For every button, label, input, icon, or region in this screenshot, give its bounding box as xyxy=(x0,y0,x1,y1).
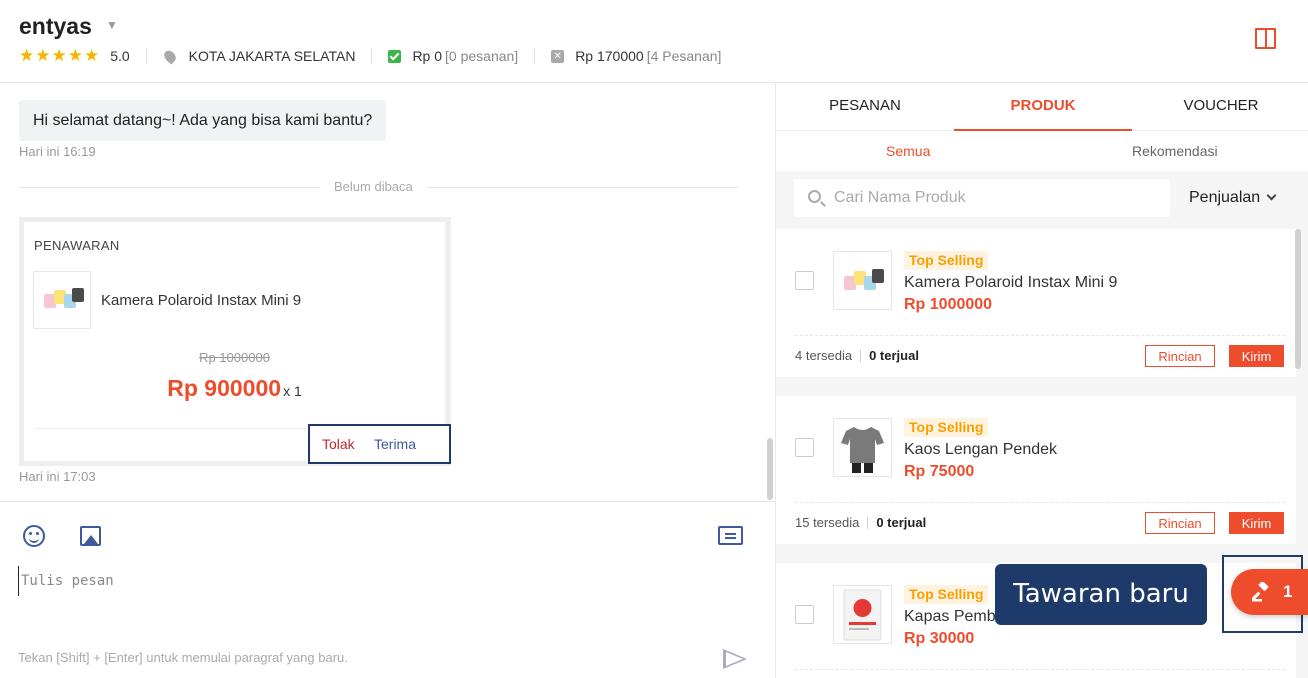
product-detail-button[interactable]: Rincian xyxy=(1145,512,1215,534)
offer-quantity: x 1 xyxy=(283,383,302,399)
message-template-icon[interactable] xyxy=(718,526,743,545)
product-stock-info: 15 tersedia 0 terjual xyxy=(795,515,926,530)
divider xyxy=(795,669,1285,670)
rating-value: 5.0 xyxy=(110,48,130,64)
panel-toggle-icon[interactable] xyxy=(1255,28,1276,49)
product-checkbox[interactable] xyxy=(795,438,814,457)
divider xyxy=(860,349,862,362)
search-icon xyxy=(808,190,821,203)
product-sold: 0 terjual xyxy=(869,348,919,363)
reject-offer-button[interactable]: Tolak xyxy=(322,436,355,452)
product-card: Top Selling Kaos Lengan Pendek Rp 75000 … xyxy=(776,396,1296,544)
original-price: Rp 1000000 xyxy=(199,350,270,365)
rating-stars: ★★★★★ xyxy=(19,46,101,65)
offers-button[interactable]: 1 xyxy=(1231,569,1308,615)
divider xyxy=(795,502,1285,503)
product-name: Kamera Polaroid Instax Mini 9 xyxy=(904,274,1118,291)
product-price: Rp 1000000 xyxy=(904,296,993,313)
unpaid-orders: [4 Pesanan] xyxy=(646,48,722,64)
camera-image xyxy=(72,288,84,302)
composer-hint: Tekan [Shift] + [Enter] untuk memulai pa… xyxy=(18,650,348,665)
paid-amount: Rp 0 xyxy=(412,48,443,64)
product-thumbnail[interactable] xyxy=(33,271,91,329)
top-selling-badge: Top Selling xyxy=(904,585,989,604)
product-stock: 4 tersedia xyxy=(795,348,853,363)
image-icon[interactable] xyxy=(80,526,101,546)
paid-orders: [0 pesanan] xyxy=(445,48,519,64)
unpaid-amount: Rp 170000 xyxy=(575,48,644,64)
product-checkbox[interactable] xyxy=(795,271,814,290)
gavel-icon xyxy=(1252,582,1269,602)
subtab-semua[interactable]: Semua xyxy=(886,143,930,159)
cotton-pack-image xyxy=(843,589,882,641)
panel-scrollbar[interactable] xyxy=(1295,229,1301,369)
top-selling-badge: Top Selling xyxy=(904,418,989,437)
shop-location: KOTA JAKARTA SELATAN xyxy=(188,48,356,64)
chevron-down-icon[interactable]: ▼ xyxy=(106,18,118,32)
tshirt-image xyxy=(841,427,884,473)
product-sold: 0 terjual xyxy=(876,515,927,530)
message-composer: Tekan [Shift] + [Enter] untuk memulai pa… xyxy=(0,501,775,678)
offer-title: PENAWARAN xyxy=(34,238,120,253)
shop-name[interactable]: entyas xyxy=(19,13,92,40)
product-detail-button[interactable]: Rincian xyxy=(1145,345,1215,367)
product-search-row: Penjualan xyxy=(776,171,1308,225)
product-price: Rp 30000 xyxy=(904,630,975,647)
top-selling-badge: Top Selling xyxy=(904,251,989,270)
product-stock: 15 tersedia xyxy=(795,515,860,530)
unpaid-x-icon: ✕ xyxy=(551,49,565,63)
product-name: Kaos Lengan Pendek xyxy=(904,441,1058,458)
chevron-down-icon xyxy=(1266,190,1277,201)
offer-price-row: Rp 900000 x 1 xyxy=(24,375,445,402)
divider xyxy=(145,49,147,63)
chat-messages: Hi selamat datang~! Ada yang bisa kami b… xyxy=(0,83,775,501)
emoji-icon[interactable] xyxy=(23,525,45,547)
send-icon[interactable] xyxy=(723,649,747,669)
product-search-input[interactable] xyxy=(834,179,1164,217)
chat-scrollbar[interactable] xyxy=(767,438,773,500)
panel-tabs: PESANAN PRODUK VOUCHER xyxy=(776,83,1308,131)
message-timestamp: Hari ini 16:19 xyxy=(19,144,96,159)
product-thumbnail[interactable] xyxy=(833,251,892,310)
send-product-button[interactable]: Kirim xyxy=(1229,512,1284,534)
new-offer-tooltip: Tawaran baru xyxy=(995,564,1207,625)
offer-count: 1 xyxy=(1283,582,1293,601)
message-input[interactable] xyxy=(18,566,718,596)
product-name: Kapas Pembe xyxy=(904,608,1005,625)
divider xyxy=(534,49,536,63)
divider xyxy=(371,49,373,63)
offer-price: Rp 900000 xyxy=(167,375,282,401)
message-timestamp: Hari ini 17:03 xyxy=(19,469,96,484)
paid-check-icon xyxy=(388,49,402,63)
send-product-button[interactable]: Kirim xyxy=(1229,345,1284,367)
subtab-rekomendasi[interactable]: Rekomendasi xyxy=(1132,143,1218,159)
camera-image xyxy=(872,269,884,283)
tab-pesanan[interactable]: PESANAN xyxy=(776,83,954,131)
sort-dropdown[interactable]: Penjualan xyxy=(1189,189,1277,207)
tab-voucher[interactable]: VOUCHER xyxy=(1132,83,1308,131)
product-thumbnail[interactable] xyxy=(833,418,892,477)
location-pin-icon xyxy=(161,47,178,65)
sort-label: Penjualan xyxy=(1189,189,1261,206)
accept-offer-button[interactable]: Terima xyxy=(374,436,416,452)
divider xyxy=(795,335,1285,336)
product-checkbox[interactable] xyxy=(795,605,814,624)
offer-actions: Tolak Terima xyxy=(308,424,451,464)
product-stock-info: 4 tersedia 0 terjual xyxy=(795,348,919,363)
product-thumbnail[interactable] xyxy=(833,585,892,644)
product-filter-tabs: Semua Rekomendasi xyxy=(776,131,1308,171)
unread-label: Belum dibaca xyxy=(320,179,427,194)
product-price: Rp 75000 xyxy=(904,463,975,480)
product-card: Top Selling Kamera Polaroid Instax Mini … xyxy=(776,229,1296,377)
offer-product-name: Kamera Polaroid Instax Mini 9 xyxy=(101,292,302,309)
chat-header: entyas ▼ ★★★★★ 5.0 KOTA JAKARTA SELATAN … xyxy=(0,0,1308,83)
tab-produk[interactable]: PRODUK xyxy=(954,83,1132,131)
shop-meta: ★★★★★ 5.0 KOTA JAKARTA SELATAN Rp 0 [0 p… xyxy=(19,46,721,66)
message-bubble: Hi selamat datang~! Ada yang bisa kami b… xyxy=(19,100,387,141)
divider xyxy=(867,516,869,529)
product-search xyxy=(794,179,1170,217)
